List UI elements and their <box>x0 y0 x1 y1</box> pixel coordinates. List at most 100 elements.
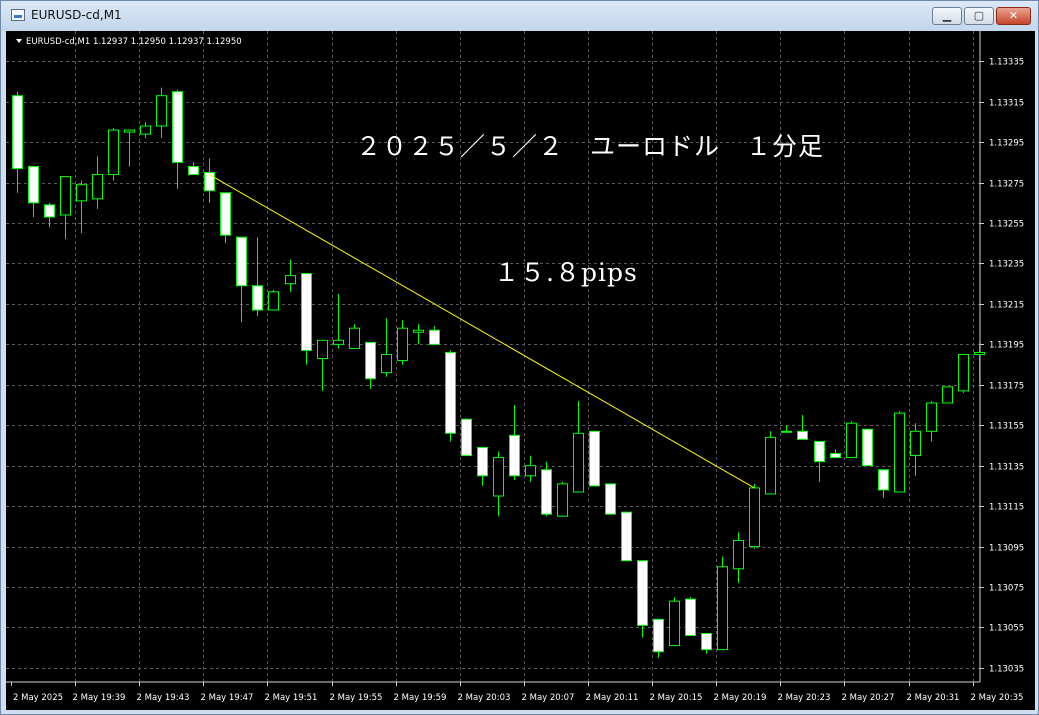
candle <box>285 259 296 292</box>
candlestick-chart[interactable]: 1.13335 1.13315 1.13295 1.13275 1.13255 1.132… <box>6 31 1035 710</box>
candle <box>797 415 808 440</box>
candle <box>958 353 969 393</box>
minimize-button[interactable]: ▁ <box>932 7 962 25</box>
symbol-dropdown-icon[interactable] <box>16 39 22 43</box>
title-bar[interactable]: EURUSD-cd,M1 ▁ ▢ ✕ <box>1 1 1038 31</box>
candle-body <box>172 91 183 163</box>
close-button[interactable]: ✕ <box>996 7 1031 25</box>
candle-body <box>749 487 760 548</box>
candle-body <box>397 327 408 362</box>
annotation-title: ２０２５／５／２ ユーロドル １分足 <box>356 132 824 161</box>
candle-body <box>797 430 808 440</box>
time-tick-label: 2 May 20:11 <box>586 693 639 703</box>
candle-body <box>541 469 552 515</box>
price-axis: 1.13335 1.13315 1.13295 1.13275 1.13255 1.132… <box>979 31 1024 682</box>
candle <box>894 411 905 493</box>
candle-body <box>814 440 825 463</box>
price-tick-label: 1.13055 <box>989 624 1024 634</box>
candle-body <box>926 402 937 432</box>
candle <box>252 237 263 317</box>
candle-body <box>124 129 135 133</box>
candle <box>477 446 488 486</box>
candle-body <box>830 453 841 459</box>
time-tick-label: 2 May 20:15 <box>650 693 703 703</box>
candle-body <box>156 95 167 127</box>
time-tick-label: 2 May 19:43 <box>137 693 190 703</box>
candle <box>557 481 568 517</box>
candle <box>878 469 889 499</box>
candle <box>124 129 135 167</box>
candle <box>188 162 199 176</box>
candle-body <box>605 483 616 515</box>
candle-body <box>285 275 296 285</box>
candle-body <box>236 236 247 287</box>
candle-body <box>621 511 632 562</box>
candle <box>974 342 985 383</box>
candle <box>653 618 664 658</box>
time-tick-label: 2 May 20:03 <box>458 693 511 703</box>
candle-body <box>733 539 744 570</box>
candle <box>461 418 472 457</box>
candle <box>381 318 392 377</box>
candle <box>60 176 71 240</box>
candle <box>733 532 744 583</box>
candle <box>942 386 953 404</box>
price-tick-label: 1.13115 <box>989 503 1024 513</box>
price-tick-label: 1.13195 <box>989 341 1024 351</box>
trendline <box>209 174 755 489</box>
candle-body <box>958 353 969 392</box>
candle <box>637 560 648 638</box>
chart-header: EURUSD-cd,M1 1.12937 1.12950 1.12937 1.1… <box>16 37 242 47</box>
candle-body <box>669 600 680 647</box>
candle <box>717 556 728 651</box>
candle <box>846 421 857 459</box>
time-tick-label: 2 May 20:23 <box>778 693 831 703</box>
candle <box>814 440 825 482</box>
candle-body <box>76 184 87 202</box>
candle <box>413 324 424 345</box>
candle <box>765 431 776 495</box>
candle-body <box>140 125 151 135</box>
candle-body <box>204 172 215 192</box>
candle-body <box>701 632 712 651</box>
candle <box>172 89 183 189</box>
candle <box>76 180 87 234</box>
candle <box>926 400 937 442</box>
candle-body <box>413 329 424 333</box>
candle <box>349 324 360 349</box>
price-tick-label: 1.13335 <box>989 58 1024 68</box>
candle-body <box>317 339 328 360</box>
price-tick-label: 1.13315 <box>989 99 1024 109</box>
price-tick-label: 1.13175 <box>989 382 1024 392</box>
candle-body <box>717 566 728 651</box>
candle-body <box>365 341 376 380</box>
terminal-window: EURUSD-cd,M1 ▁ ▢ ✕ 1.13335 1.13315 1.13295… <box>0 0 1039 715</box>
candle-body <box>685 598 696 637</box>
candle <box>862 428 873 467</box>
time-tick-label: 2 May 19:51 <box>265 693 318 703</box>
candle <box>397 320 408 365</box>
candle <box>429 326 440 345</box>
candle-body <box>12 95 23 169</box>
candle <box>12 91 23 193</box>
price-tick-label: 1.13215 <box>989 301 1024 311</box>
candle-body <box>493 457 504 497</box>
time-tick-label: 2 May 19:55 <box>330 693 383 703</box>
trendline-layer <box>209 174 755 489</box>
maximize-button[interactable]: ▢ <box>964 7 994 25</box>
candle-body <box>429 329 440 345</box>
candle <box>333 293 344 349</box>
candle <box>317 339 328 391</box>
time-axis: 2 May 2025 2 May 19:39 2 May 19:43 2 May 19… <box>6 681 1023 703</box>
candle-body <box>220 192 231 236</box>
candle-body <box>974 351 985 355</box>
candle <box>830 449 841 459</box>
candle-body <box>878 469 889 491</box>
candle-body <box>188 165 199 176</box>
candle-body <box>573 432 584 493</box>
chart-area[interactable]: 1.13335 1.13315 1.13295 1.13275 1.13255 1.132… <box>6 31 1035 710</box>
candle <box>44 202 55 228</box>
candle <box>509 405 520 480</box>
candle <box>204 158 215 203</box>
time-tick-label: 2 May 19:59 <box>394 693 447 703</box>
